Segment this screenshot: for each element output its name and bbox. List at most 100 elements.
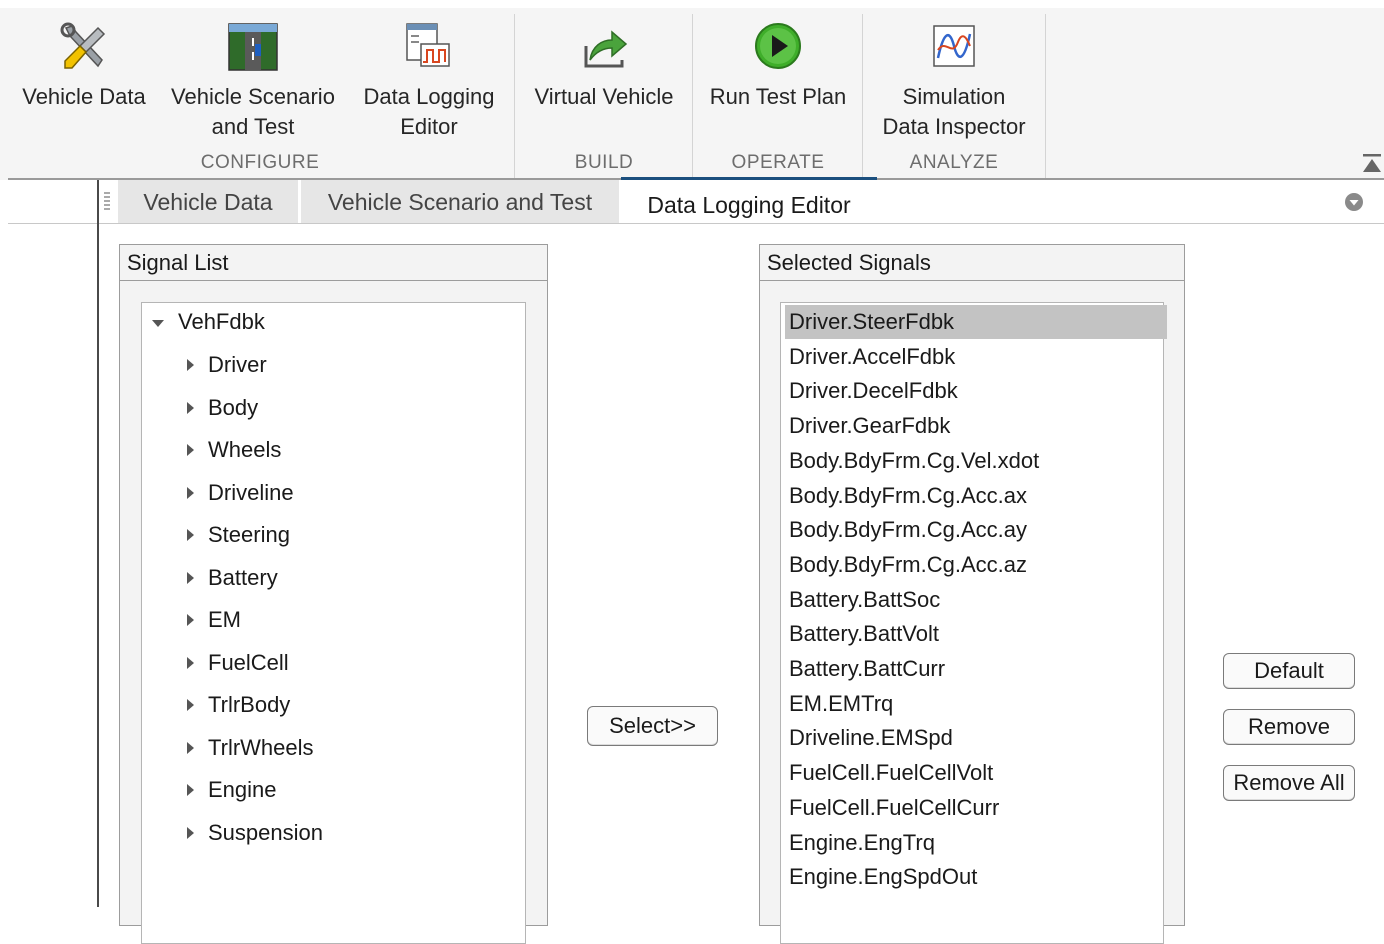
tree-node-driveline[interactable]: Driveline <box>187 480 294 506</box>
expand-arrow-icon[interactable] <box>187 741 194 754</box>
selected-signal-row[interactable]: Driver.SteerFdbk <box>785 305 1167 339</box>
selected-signals-title: Selected Signals <box>760 245 1184 281</box>
road-scene-icon <box>228 23 278 71</box>
tree-node-body[interactable]: Body <box>187 395 258 421</box>
vehicle-data-label: Vehicle Data <box>22 84 146 109</box>
data-logging-label-2: Editor <box>400 114 458 139</box>
waveform-icon <box>933 25 975 67</box>
tab-bar-border <box>8 223 1384 224</box>
collapse-toolstrip-icon[interactable] <box>1361 152 1383 176</box>
tree-node-root[interactable]: VehFdbk <box>152 309 265 335</box>
selected-signal-row[interactable]: Battery.BattVolt <box>785 617 1167 651</box>
run-test-plan-button[interactable]: Run Test Plan <box>704 18 852 148</box>
tab-label: Vehicle Scenario and Test <box>327 189 593 215</box>
signal-tree[interactable]: VehFdbk Driver Body Wheels Driveline Steerin… <box>141 302 526 944</box>
sdi-label-2: Data Inspector <box>882 114 1026 139</box>
selected-signal-row[interactable]: Driveline.EMSpd <box>785 721 1167 755</box>
tree-node-trlrwheels[interactable]: TrlrWheels <box>187 735 314 761</box>
tree-node-fuelcell[interactable]: FuelCell <box>187 650 289 676</box>
selected-signals-list[interactable]: Driver.SteerFdbk Driver.AccelFdbk Driver.D… <box>780 302 1167 944</box>
section-analyze-label: ANALYZE <box>909 152 999 173</box>
expand-arrow-icon[interactable] <box>187 614 194 627</box>
expand-arrow-icon[interactable] <box>187 401 194 414</box>
tree-node-wheels[interactable]: Wheels <box>187 437 281 463</box>
tab-label: Vehicle Data <box>143 189 273 215</box>
vehicle-scenario-button[interactable]: Vehicle Scenario and Test <box>166 18 340 148</box>
tree-node-label: Battery <box>208 564 278 590</box>
section-build-label: BUILD <box>574 152 634 173</box>
tree-node-trlrbody[interactable]: TrlrBody <box>187 692 290 718</box>
expand-arrow-icon[interactable] <box>187 656 194 669</box>
tab-vehicle-data[interactable]: Vehicle Data <box>118 180 298 223</box>
tree-node-label: Body <box>208 394 259 420</box>
expand-arrow-icon[interactable] <box>187 784 194 797</box>
tree-node-label: Driveline <box>208 479 294 505</box>
expand-arrow-icon[interactable] <box>187 486 194 499</box>
selected-signal-row[interactable]: EM.EMTrq <box>785 687 1167 721</box>
simulation-data-inspector-button[interactable]: Simulation Data Inspector <box>872 18 1036 148</box>
selected-signal-row[interactable]: Engine.EngTrq <box>785 826 1167 860</box>
expand-arrow-icon[interactable] <box>187 444 194 457</box>
select-button-label: Select>> <box>609 713 696 738</box>
selected-signal-row[interactable]: Body.BdyFrm.Cg.Acc.ax <box>785 479 1167 513</box>
tree-node-battery[interactable]: Battery <box>187 565 278 591</box>
section-separator <box>692 14 693 178</box>
tree-node-suspension[interactable]: Suspension <box>187 820 323 846</box>
select-button[interactable]: Select>> <box>587 706 718 746</box>
data-logging-label-1: Data Logging <box>363 84 495 109</box>
default-button-label: Default <box>1254 658 1324 683</box>
tab-menu-icon[interactable] <box>1344 192 1364 212</box>
data-logging-editor-button[interactable]: Data Logging Editor <box>356 18 502 148</box>
section-separator <box>862 14 863 178</box>
signal-logging-icon <box>406 23 450 67</box>
tree-node-steering[interactable]: Steering <box>187 522 290 548</box>
tree-node-label: Suspension <box>208 819 323 845</box>
selected-signal-row[interactable]: Battery.BattCurr <box>785 652 1167 686</box>
tree-node-em[interactable]: EM <box>187 607 241 633</box>
tab-data-logging-editor[interactable]: Data Logging Editor <box>621 177 877 224</box>
tree-node-label: FuelCell <box>208 649 289 675</box>
selected-signal-row[interactable]: Body.BdyFrm.Cg.Acc.ay <box>785 513 1167 547</box>
tree-node-label: Driver <box>208 352 267 377</box>
selected-signal-row[interactable]: FuelCell.FuelCellCurr <box>785 791 1167 825</box>
virtual-vehicle-button[interactable]: Virtual Vehicle <box>526 18 682 148</box>
selected-signal-row[interactable]: Body.BdyFrm.Cg.Acc.az <box>785 548 1167 582</box>
tree-node-driver[interactable]: Driver <box>187 352 267 378</box>
vehicle-data-button[interactable]: Vehicle Data <box>14 18 154 148</box>
tree-node-label: Wheels <box>208 437 282 462</box>
selected-signal-row[interactable]: FuelCell.FuelCellVolt <box>785 756 1167 790</box>
vehicle-scenario-label-2: and Test <box>211 114 295 139</box>
selected-signals-panel: Selected Signals Driver.SteerFdbk Driver.… <box>759 244 1185 944</box>
tree-node-label: EM <box>208 607 241 632</box>
expand-arrow-icon[interactable] <box>187 826 194 839</box>
section-separator <box>514 14 515 178</box>
expand-arrow-icon[interactable] <box>187 359 194 372</box>
remove-all-button[interactable]: Remove All <box>1223 765 1355 801</box>
tab-vehicle-scenario-and-test[interactable]: Vehicle Scenario and Test <box>301 180 619 223</box>
wrench-screwdriver-icon <box>60 22 106 69</box>
selected-signal-row[interactable]: Body.BdyFrm.Cg.Vel.xdot <box>785 444 1167 478</box>
document-tab-bar: Vehicle Data Vehicle Scenario and Test D… <box>0 177 1384 226</box>
selected-signal-row[interactable]: Battery.BattSoc <box>785 583 1167 617</box>
remove-button-label: Remove <box>1248 714 1330 739</box>
section-separator <box>1045 14 1046 178</box>
tree-node-engine[interactable]: Engine <box>187 777 277 803</box>
tree-node-label: Engine <box>208 777 277 802</box>
expand-arrow-icon[interactable] <box>187 699 194 712</box>
tab-label: Data Logging Editor <box>647 192 851 218</box>
drag-grip-icon[interactable] <box>104 192 110 210</box>
toolstrip-top-border <box>0 0 1384 8</box>
toolstrip: Vehicle Data Vehicle Scenario and Test D… <box>0 0 1384 180</box>
expand-arrow-icon[interactable] <box>187 571 194 584</box>
selected-signal-row[interactable]: Driver.DecelFdbk <box>785 374 1167 408</box>
expand-arrow-icon[interactable] <box>187 529 194 542</box>
selected-signal-row[interactable]: Driver.AccelFdbk <box>785 340 1167 374</box>
tree-node-label: VehFdbk <box>178 309 265 334</box>
remove-button[interactable]: Remove <box>1223 709 1355 745</box>
default-button[interactable]: Default <box>1223 653 1355 689</box>
selected-signal-row[interactable]: Engine.EngSpdOut <box>785 860 1167 894</box>
selected-signal-row[interactable]: Driver.GearFdbk <box>785 409 1167 443</box>
play-icon <box>755 23 801 69</box>
section-operate-label: OPERATE <box>731 152 825 173</box>
collapse-arrow-icon[interactable] <box>152 319 164 327</box>
